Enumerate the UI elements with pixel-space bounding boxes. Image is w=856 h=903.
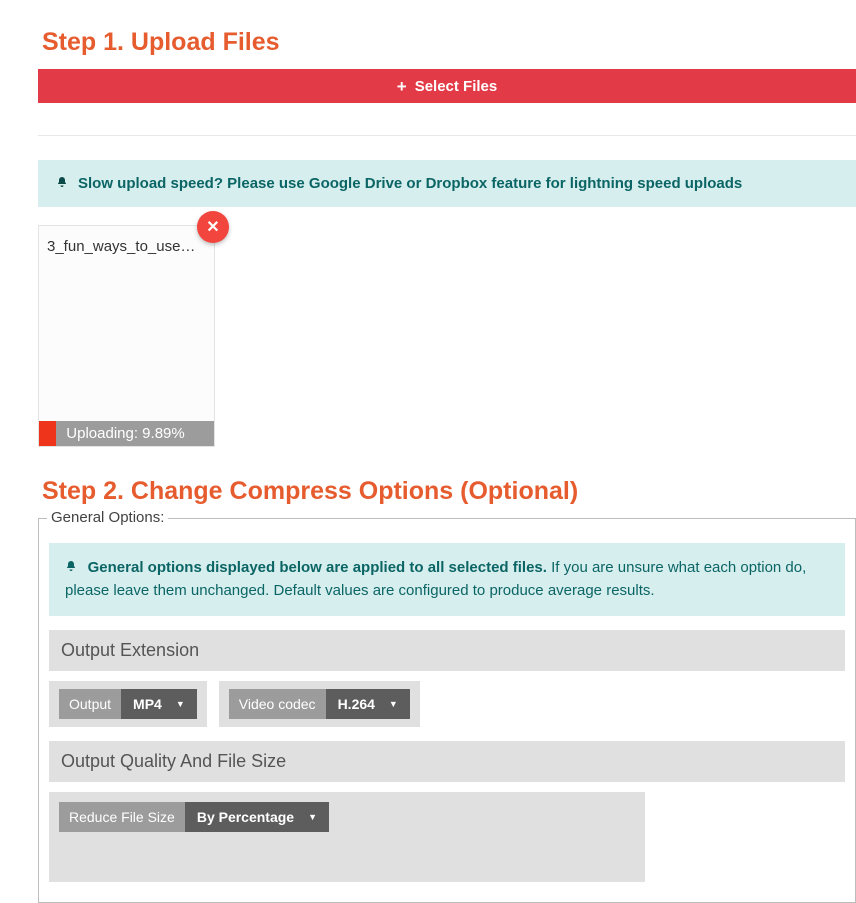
- select-files-label: Select Files: [415, 78, 498, 95]
- output-format-select[interactable]: MP4 ▼: [121, 689, 197, 719]
- video-codec-label: Video codec: [229, 689, 326, 719]
- upload-progress-bar: [39, 421, 56, 446]
- output-extension-header: Output Extension: [49, 630, 845, 671]
- chevron-down-icon: ▼: [176, 699, 185, 709]
- general-options-info: General options displayed below are appl…: [49, 543, 845, 616]
- video-codec-select[interactable]: H.264 ▼: [326, 689, 410, 719]
- chevron-down-icon: ▼: [389, 699, 398, 709]
- output-quality-header: Output Quality And File Size: [49, 741, 845, 782]
- video-codec-value: H.264: [338, 696, 375, 712]
- bell-icon: [65, 560, 81, 575]
- close-icon: ✕: [206, 217, 219, 237]
- info-strong-text: General options displayed below are appl…: [88, 559, 547, 576]
- output-label: Output: [59, 689, 121, 719]
- reduce-file-size-select[interactable]: By Percentage ▼: [185, 802, 329, 832]
- divider: [38, 135, 856, 136]
- plus-icon: +: [397, 78, 407, 95]
- upload-card: ✕ 3_fun_ways_to_use… Uploading: 9.89%: [38, 225, 215, 447]
- upload-progress-label: Uploading: 9.89%: [56, 421, 214, 446]
- upload-hint-banner: Slow upload speed? Please use Google Dri…: [38, 160, 856, 207]
- upload-progress: Uploading: 9.89%: [39, 421, 214, 446]
- fieldset-legend: General Options:: [47, 509, 168, 526]
- output-format-group: Output MP4 ▼: [49, 681, 207, 727]
- upload-filename: 3_fun_ways_to_use…: [39, 226, 214, 255]
- reduce-file-size-panel: Reduce File Size By Percentage ▼: [49, 792, 645, 882]
- upload-hint-text: Slow upload speed? Please use Google Dri…: [78, 175, 742, 192]
- video-codec-group: Video codec H.264 ▼: [219, 681, 420, 727]
- step2-heading: Step 2. Change Compress Options (Optiona…: [42, 477, 856, 506]
- reduce-file-size-label: Reduce File Size: [59, 802, 185, 832]
- step1-heading: Step 1. Upload Files: [42, 28, 856, 57]
- general-options-fieldset: General Options: General options display…: [38, 518, 856, 903]
- remove-file-button[interactable]: ✕: [197, 211, 229, 243]
- output-extension-controls: Output MP4 ▼ Video codec H.264 ▼: [49, 681, 845, 727]
- select-files-button[interactable]: + Select Files: [38, 69, 856, 103]
- bell-icon: [56, 176, 68, 191]
- chevron-down-icon: ▼: [308, 812, 317, 822]
- output-format-value: MP4: [133, 696, 162, 712]
